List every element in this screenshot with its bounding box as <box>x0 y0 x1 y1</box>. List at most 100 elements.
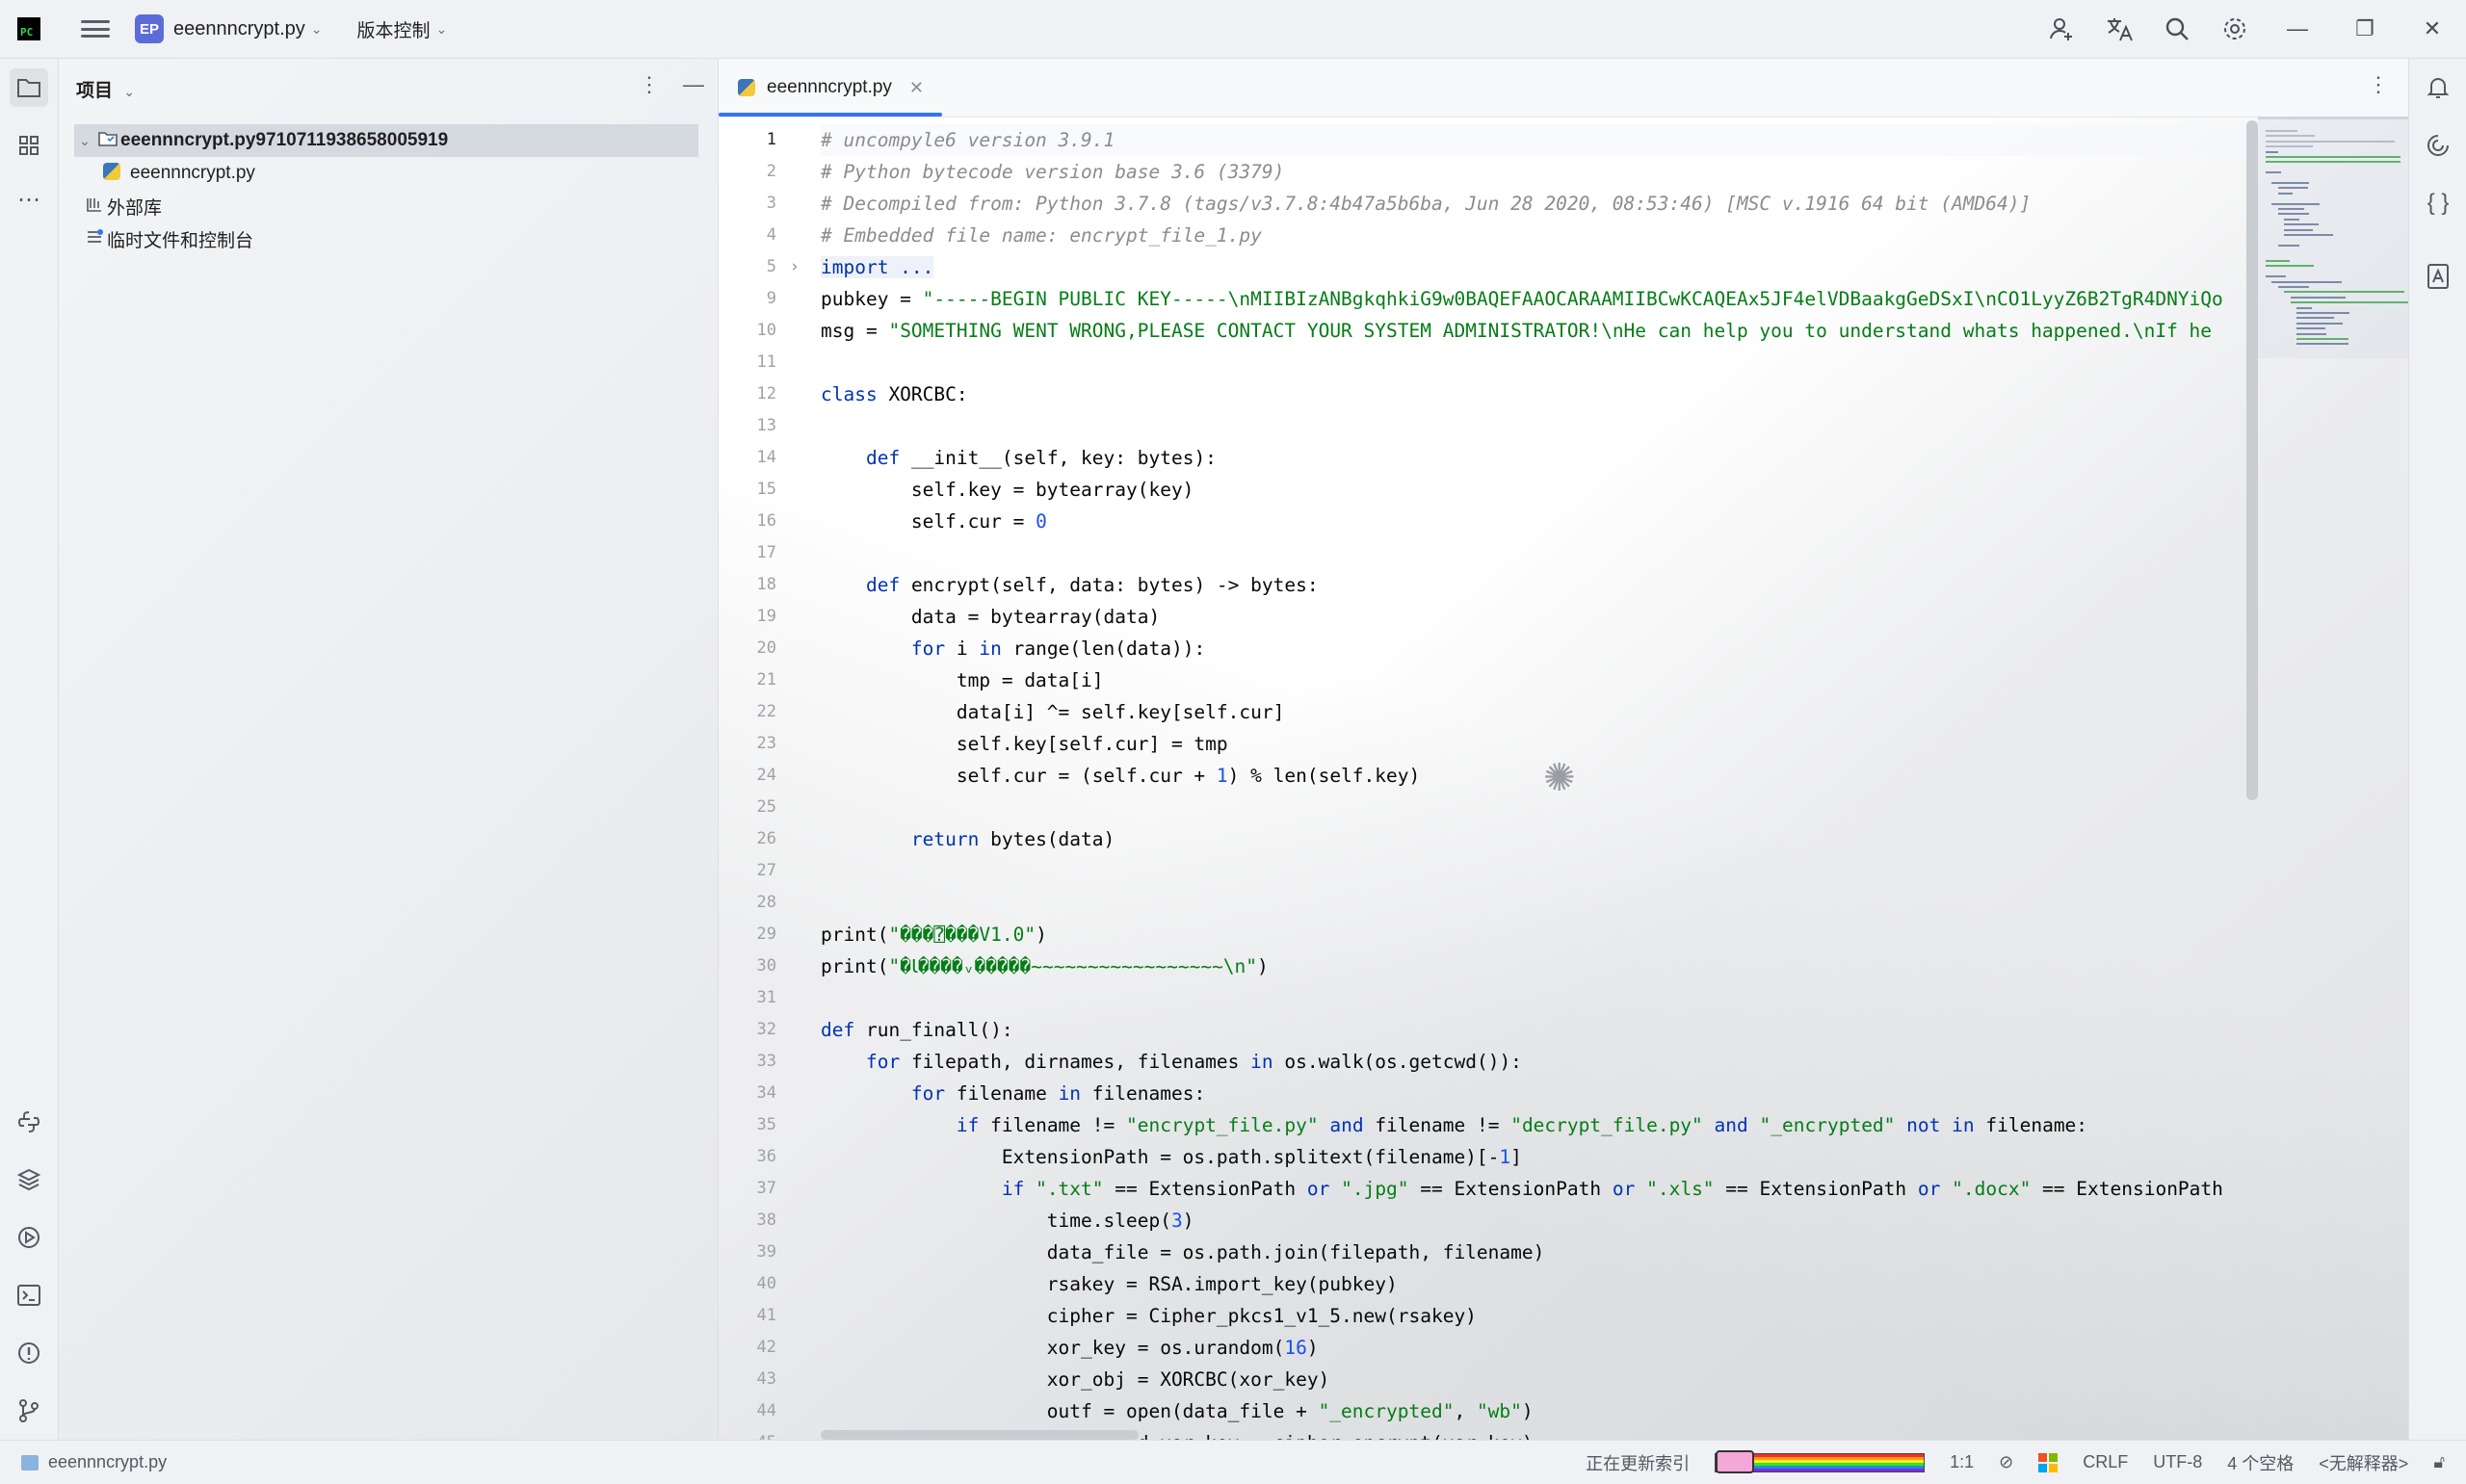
left-tool-strip: ⋯ <box>0 59 59 1440</box>
hamburger-icon[interactable] <box>81 17 110 40</box>
close-icon[interactable]: ✕ <box>2399 0 2466 58</box>
tree-item-file[interactable]: eeennncrypt.py <box>99 157 255 190</box>
line-number: 5 <box>766 257 776 276</box>
search-icon[interactable] <box>2148 0 2206 58</box>
minimap-line <box>2266 135 2316 138</box>
minimap-line <box>2284 228 2314 231</box>
code-line[interactable]: self.cur = 0 <box>821 506 1047 537</box>
code-line[interactable]: self.key = bytearray(key) <box>821 474 1194 506</box>
power-save-icon[interactable]: ⊘ <box>1999 1452 2013 1472</box>
indent-setting[interactable]: 4 个空格 <box>2227 1450 2294 1475</box>
tree-item-scratches[interactable]: 临时文件和控制台 <box>82 222 253 255</box>
code-line[interactable]: # Decompiled from: Python 3.7.8 (tags/v3… <box>821 188 2031 220</box>
cursor-position[interactable]: 1:1 <box>1950 1452 1974 1472</box>
close-tab-icon[interactable]: ✕ <box>909 78 924 98</box>
code-line[interactable]: self.key[self.cur] = tmp <box>821 728 1228 760</box>
line-number: 22 <box>756 702 776 721</box>
layers-icon[interactable] <box>10 1160 48 1199</box>
code-line[interactable]: pubkey = "-----BEGIN PUBLIC KEY-----\nMI… <box>821 283 2223 315</box>
tree-item-label: eeennncrypt.py9710711938658005919 <box>120 130 449 150</box>
options-icon[interactable]: ⋮ <box>639 72 660 97</box>
code-line[interactable]: if ".txt" == ExtensionPath or ".jpg" == … <box>821 1173 2223 1205</box>
line-number: 3 <box>766 194 776 213</box>
run-icon[interactable] <box>10 1218 48 1257</box>
line-number: 17 <box>756 543 776 562</box>
gear-icon[interactable] <box>2206 0 2264 58</box>
add-user-icon[interactable] <box>2033 0 2090 58</box>
json-icon[interactable]: { } <box>2419 184 2457 222</box>
code-line[interactable]: data = bytearray(data) <box>821 601 1160 633</box>
windows-logo-icon[interactable] <box>2038 1452 2059 1472</box>
status-bar: eeennncrypt.py 正在更新索引 1:1 ⊘ CRLF UTF-8 4… <box>0 1440 2466 1484</box>
fold-arrow-icon[interactable]: › <box>780 251 800 283</box>
code-line[interactable]: if filename != "encrypt_file.py" and fil… <box>821 1109 2087 1141</box>
problems-icon[interactable] <box>10 1334 48 1372</box>
code-line[interactable]: time.sleep(3) <box>821 1205 1194 1237</box>
interpreter-selector[interactable]: <无解释器> <box>2319 1450 2408 1475</box>
code-line[interactable]: outf = open(data_file + "_encrypted", "w… <box>821 1395 1534 1427</box>
code-line[interactable]: xor_key = os.urandom(16) <box>821 1332 1319 1364</box>
chevron-down-icon[interactable]: ⌄ <box>74 133 95 149</box>
git-icon[interactable] <box>10 1392 48 1430</box>
ai-assistant-icon[interactable] <box>2419 126 2457 165</box>
chevron-down-icon[interactable]: ⌄ <box>123 84 135 99</box>
minimap-line <box>2266 145 2313 148</box>
project-badge[interactable]: EP <box>135 14 164 43</box>
chevron-down-icon[interactable]: ⌄ <box>311 21 323 38</box>
code-line[interactable]: import ... <box>821 251 934 283</box>
folder-icon[interactable] <box>10 68 48 107</box>
file-encoding[interactable]: UTF-8 <box>2153 1452 2202 1472</box>
code-line[interactable]: xor_obj = XORCBC(xor_key) <box>821 1364 1330 1395</box>
notifications-icon[interactable] <box>2419 68 2457 107</box>
code-minimap[interactable] <box>2258 117 2408 1440</box>
tree-item-project-root[interactable]: ⌄ eeennncrypt.py9710711938658005919 <box>74 124 698 157</box>
minimize-icon[interactable]: — <box>2264 0 2331 58</box>
code-line[interactable]: ExtensionPath = os.path.splitext(filenam… <box>821 1141 1522 1173</box>
translate-icon[interactable] <box>2090 0 2148 58</box>
status-file[interactable]: eeennncrypt.py <box>21 1452 167 1472</box>
terminal-icon[interactable] <box>10 1276 48 1315</box>
font-icon[interactable] <box>2419 257 2457 296</box>
horizontal-scrollbar[interactable] <box>821 1430 1139 1440</box>
vertical-scrollbar[interactable] <box>2246 120 2258 800</box>
code-line[interactable]: msg = "SOMETHING WENT WRONG,PLEASE CONTA… <box>821 315 2212 347</box>
code-line[interactable]: class XORCBC: <box>821 378 968 410</box>
tab-options-icon[interactable]: ⋮ <box>2368 72 2389 97</box>
editor-tab[interactable]: eeennncrypt.py ✕ <box>719 59 942 117</box>
code-line[interactable]: tmp = data[i] <box>821 664 1104 696</box>
restore-icon[interactable]: ❐ <box>2331 0 2399 58</box>
python-console-icon[interactable] <box>10 1103 48 1141</box>
code-line[interactable]: cipher = Cipher_pkcs1_v1_5.new(rsakey) <box>821 1300 1477 1332</box>
code-line[interactable]: print("�Ꙇ����ᵥ�����~~~~~~~~~~~~~~~~~\n") <box>821 950 1269 982</box>
code-line[interactable]: for i in range(len(data)): <box>821 633 1205 664</box>
line-number: 34 <box>756 1083 776 1103</box>
code-line[interactable]: print("���⍰���V1.0") <box>821 919 1047 950</box>
line-separator[interactable]: CRLF <box>2083 1452 2128 1472</box>
code-line[interactable]: for filename in filenames: <box>821 1078 1205 1109</box>
structure-icon[interactable] <box>10 126 48 165</box>
hide-panel-icon[interactable]: — <box>683 72 704 97</box>
lock-icon[interactable]: 🔓︎ <box>2433 1452 2445 1472</box>
code-line[interactable]: data_file = os.path.join(filepath, filen… <box>821 1237 1545 1268</box>
vcs-menu[interactable]: 版本控制 <box>357 16 431 42</box>
code-line[interactable]: rsakey = RSA.import_key(pubkey) <box>821 1268 1398 1300</box>
minimap-line <box>2266 161 2400 164</box>
more-icon[interactable]: ⋯ <box>10 180 48 219</box>
indexing-status[interactable]: 正在更新索引 <box>1586 1450 1690 1475</box>
tree-item-external-libraries[interactable]: 外部库 <box>82 190 162 222</box>
code-line[interactable]: def encrypt(self, data: bytes) -> bytes: <box>821 569 1319 601</box>
project-name[interactable]: eeennncrypt.py <box>173 18 305 40</box>
chevron-down-icon[interactable]: ⌄ <box>436 21 448 38</box>
line-number: 27 <box>756 861 776 880</box>
code-line[interactable]: data[i] ^= self.key[self.cur] <box>821 696 1284 728</box>
code-line[interactable]: # uncompyle6 version 3.9.1 <box>821 124 1115 156</box>
code-line[interactable]: self.cur = (self.cur + 1) % len(self.key… <box>821 760 1420 792</box>
code-line[interactable]: def run_finall(): <box>821 1014 1013 1046</box>
code-line[interactable]: # Embedded file name: encrypt_file_1.py <box>821 220 1262 251</box>
code-line[interactable]: return bytes(data) <box>821 823 1115 855</box>
code-line[interactable]: for filepath, dirnames, filenames in os.… <box>821 1046 1522 1078</box>
project-panel-title[interactable]: 项目 ⌄ <box>76 76 135 102</box>
code-line[interactable]: def __init__(self, key: bytes): <box>821 442 1217 474</box>
code-line[interactable]: # Python bytecode version base 3.6 (3379… <box>821 156 1284 188</box>
minimap-line <box>2284 291 2405 294</box>
